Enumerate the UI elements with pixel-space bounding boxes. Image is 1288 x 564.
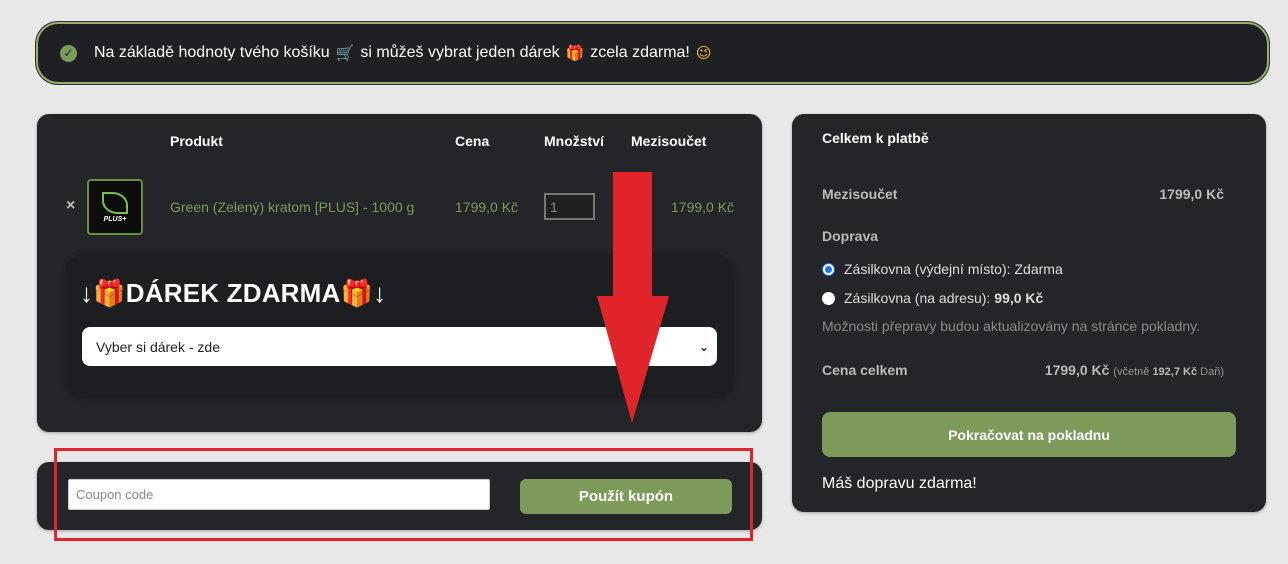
radio-selected[interactable] — [822, 262, 835, 276]
shipping-note: Možnosti přepravy budou aktualizovány na… — [822, 318, 1200, 334]
cart-table-panel: Produkt Cena Množství Mezisoučet × PLUS+… — [37, 114, 762, 432]
free-gift-notice: ✓ Na základě hodnoty tvého košíku 🛒 si m… — [36, 22, 1269, 84]
order-summary-panel: Celkem k platbě Mezisoučet 1799,0 Kč Dop… — [792, 114, 1266, 512]
summary-title: Celkem k platbě — [822, 130, 929, 146]
shipping-option-label: Zásilkovna (na adresu): — [844, 290, 991, 306]
total-value: 1799,0 Kč (včetně 192,7 Kč Daň) — [1045, 362, 1224, 378]
free-gift-box: ↓🎁DÁREK ZDARMA🎁↓ Vyber si dárek - zde ⌄ — [66, 254, 733, 396]
gift-icon: 🎁 — [340, 278, 374, 308]
quantity-input[interactable]: 1 — [544, 193, 595, 220]
gift-icon: 🎁 — [93, 278, 126, 308]
gift-title: ↓🎁DÁREK ZDARMA🎁↓ — [80, 278, 386, 309]
header-price: Cena — [455, 133, 490, 149]
radio-unselected[interactable] — [822, 291, 835, 305]
proceed-to-checkout-button[interactable]: Pokračovat na pokladnu — [822, 412, 1236, 457]
product-thumbnail[interactable]: PLUS+ — [87, 179, 143, 235]
shipping-label: Doprava — [822, 228, 879, 244]
gift-icon: 🎁 — [565, 45, 585, 62]
gift-title-text: DÁREK ZDARMA — [125, 278, 341, 308]
shipping-option-address[interactable]: Zásilkovna (na adresu): 99,0 Kč — [822, 290, 1043, 306]
product-price: 1799,0 Kč — [455, 199, 519, 215]
free-shipping-message: Máš dopravu zdarma! — [822, 475, 977, 492]
header-subtotal: Mezisoučet — [631, 133, 707, 149]
remove-item-icon[interactable]: × — [66, 197, 75, 215]
tax-prefix: (včetně — [1113, 366, 1150, 378]
product-subtotal: 1799,0 Kč — [671, 199, 735, 215]
subtotal-label: Mezisoučet — [822, 186, 898, 202]
shipping-option-price: Zdarma — [1014, 261, 1063, 277]
notice-text-before: Na základě hodnoty tvého košíku — [94, 44, 330, 61]
chevron-down-icon: ⌄ — [698, 339, 709, 354]
total-label: Cena celkem — [822, 362, 908, 378]
total-amount: 1799,0 Kč — [1044, 362, 1110, 378]
gift-select-value: Vyber si dárek - zde — [96, 338, 220, 355]
subtotal-value: 1799,0 Kč — [1159, 186, 1224, 202]
header-quantity: Množství — [544, 133, 604, 149]
product-name-link[interactable]: Green (Zelený) kratom [PLUS] - 1000 g — [170, 199, 414, 215]
check-circle-icon: ✓ — [60, 44, 77, 62]
shipping-option-price: 99,0 Kč — [994, 290, 1044, 306]
tax-info: (včetně 192,7 Kč Daň) — [1113, 366, 1224, 378]
thumbnail-label: PLUS+ — [103, 215, 127, 223]
gift-select[interactable]: Vyber si dárek - zde ⌄ — [82, 327, 717, 366]
shipping-option-label: Zásilkovna (výdejní místo): — [844, 261, 1011, 277]
notice-text-middle: si můžeš vybrat jeden dárek — [360, 44, 560, 61]
notice-text-after: zcela zdarma! — [590, 44, 690, 61]
leaf-icon — [102, 191, 128, 214]
arrow-down-icon: ↓ — [80, 278, 94, 308]
cart-icon: 🛒 — [335, 45, 355, 62]
shipping-option-pickup[interactable]: Zásilkovna (výdejní místo): Zdarma — [822, 261, 1063, 277]
wink-smile-icon: 😉 — [695, 45, 712, 62]
tax-suffix: Daň) — [1200, 366, 1224, 378]
header-product: Produkt — [170, 133, 223, 149]
arrow-down-icon: ↓ — [373, 278, 387, 308]
annotation-highlight-box — [54, 448, 753, 541]
tax-amount: 192,7 Kč — [1152, 366, 1198, 378]
